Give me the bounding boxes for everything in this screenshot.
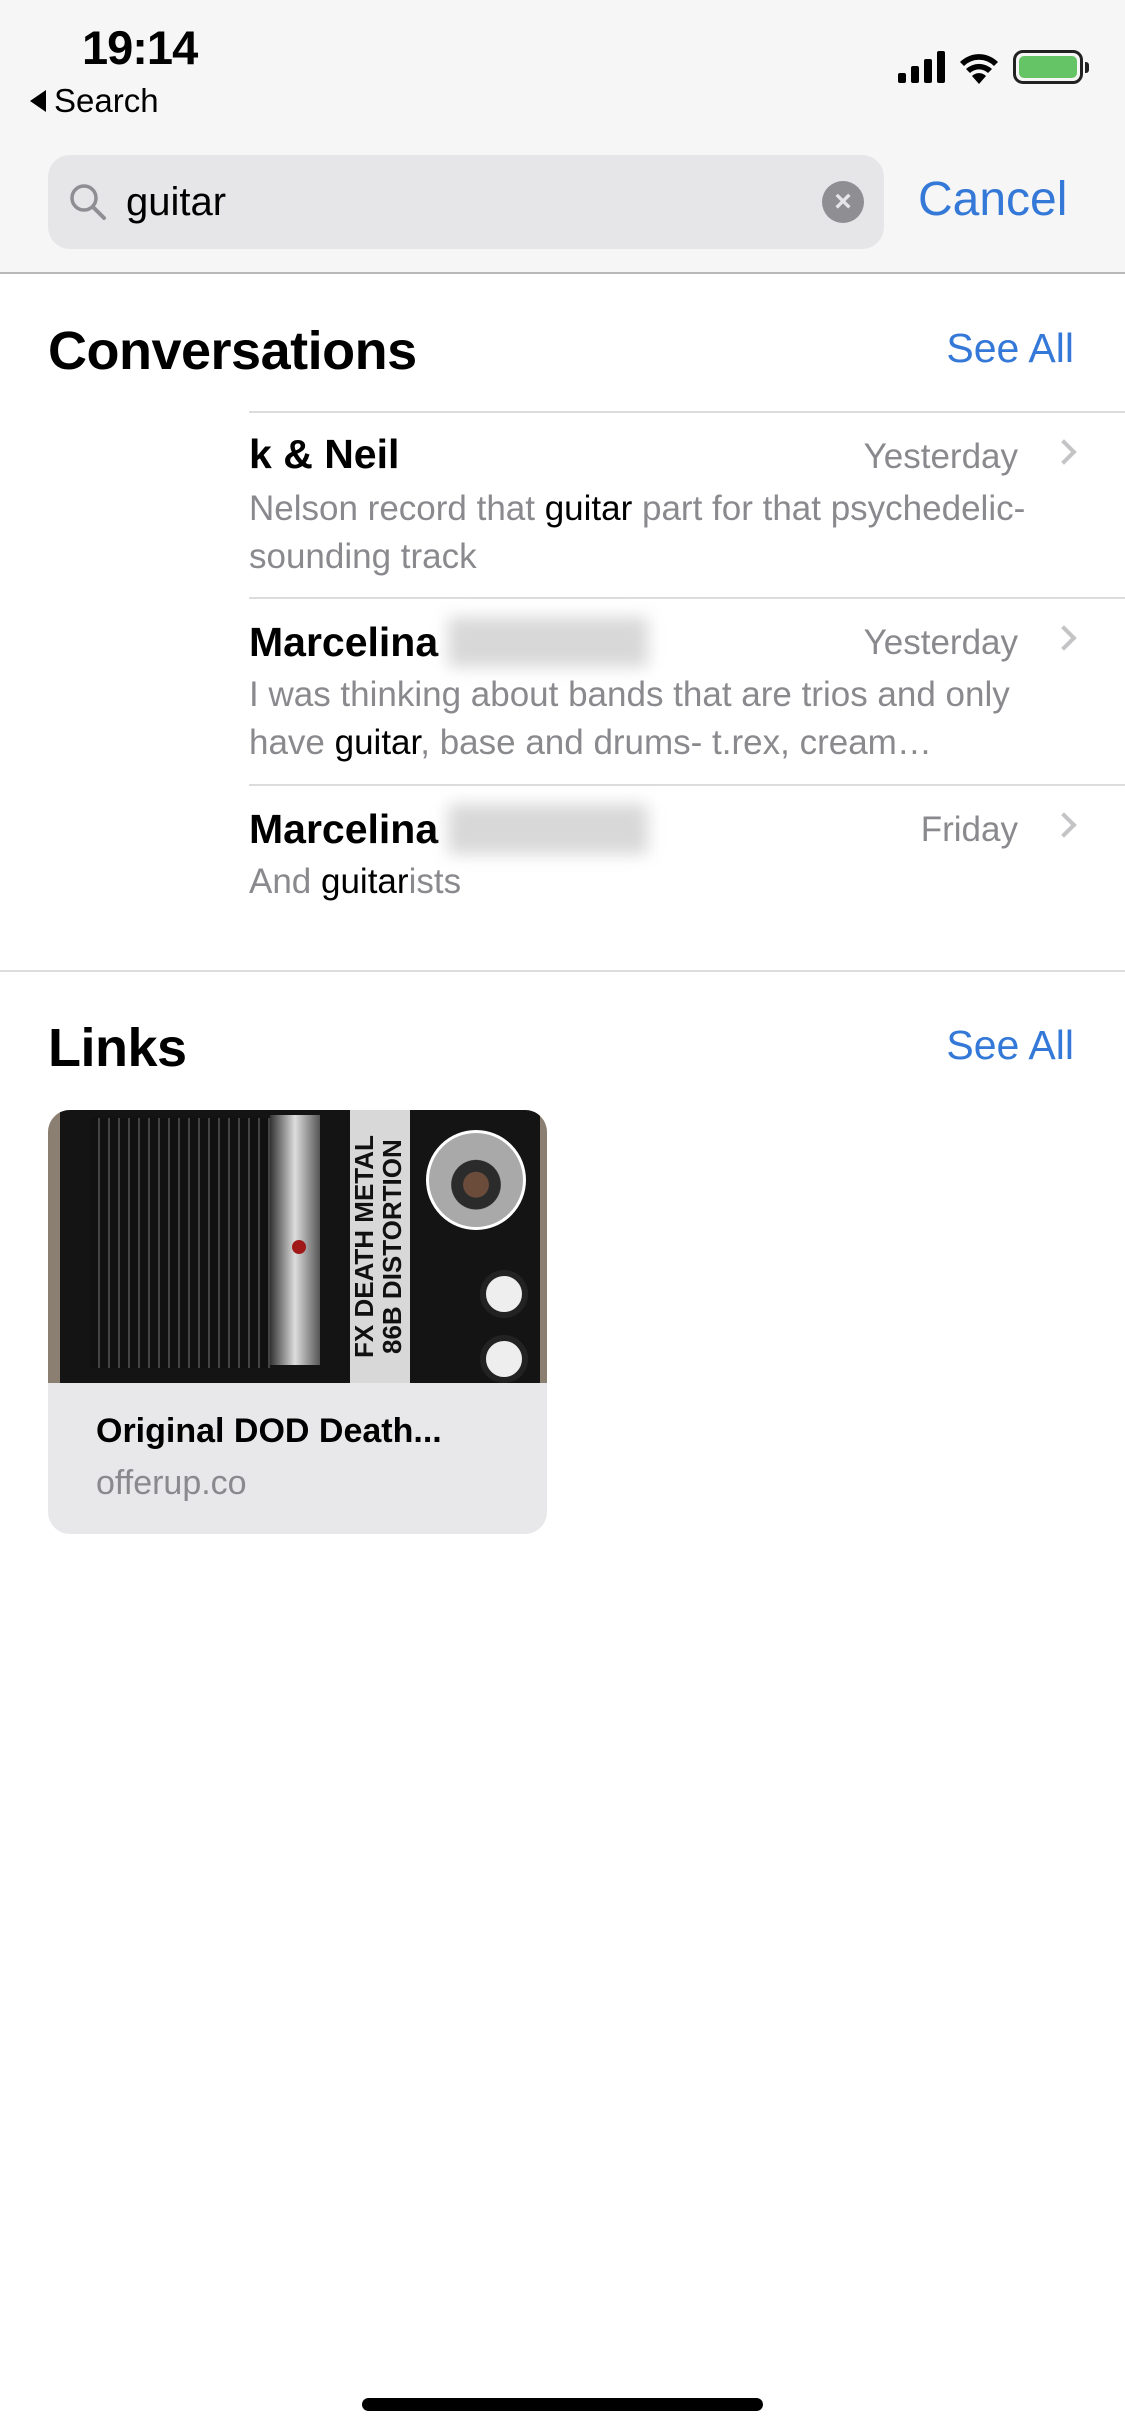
redacted-surname <box>448 804 649 854</box>
section-divider <box>0 970 1125 972</box>
search-field[interactable]: × <box>48 155 884 249</box>
conversation-row[interactable]: Marcelina Yesterday I was thinking about… <box>249 597 1125 784</box>
message-preview: Nelson record that guitar part for that … <box>249 485 1079 581</box>
contact-name: Marcelina <box>249 804 649 854</box>
preview-text: And <box>249 862 321 901</box>
chevron-right-icon <box>1051 812 1077 838</box>
clear-search-button[interactable]: × <box>822 181 864 223</box>
chevron-right-icon <box>1051 625 1077 651</box>
highlighted-match: guitar <box>321 862 409 901</box>
sender-avatar <box>426 1130 526 1230</box>
conversations-see-all-link[interactable]: See All <box>946 325 1074 372</box>
contact-name: k & Neil <box>249 431 400 477</box>
home-indicator[interactable] <box>362 2398 763 2411</box>
message-preview: I was thinking about bands that are trio… <box>249 671 1079 767</box>
preview-text: Nelson record that <box>249 489 545 528</box>
highlighted-match: guitar <box>334 723 421 762</box>
link-domain: offerup.co <box>96 1464 247 1502</box>
links-heading: Links <box>48 1018 187 1078</box>
links-see-all-link[interactable]: See All <box>946 1022 1074 1069</box>
header: 19:14 Search × Cancel <box>0 0 1125 274</box>
cellular-signal-icon <box>898 51 945 83</box>
led <box>292 1240 306 1254</box>
conversation-row[interactable]: k & Neil Yesterday Nelson record that gu… <box>249 411 1125 597</box>
preview-text: , base and drums- t.rex, cream… <box>420 723 932 762</box>
link-thumbnail-image: FX DEATH METAL 86B DISTORTION <box>48 1110 547 1383</box>
preview-text: ists <box>408 862 462 901</box>
back-label: Search <box>54 82 159 119</box>
chevron-right-icon <box>1051 439 1077 465</box>
status-icons <box>898 50 1089 84</box>
redacted-surname <box>448 617 649 667</box>
link-title: Original DOD Death... <box>96 1412 442 1450</box>
pedal-label: FX DEATH METAL 86B DISTORTION <box>349 1110 410 1383</box>
cancel-button[interactable]: Cancel <box>918 172 1067 227</box>
search-input[interactable] <box>126 179 822 225</box>
conversation-time: Friday <box>920 810 1018 849</box>
contact-name: Marcelina <box>249 617 649 667</box>
battery-icon <box>1013 50 1089 84</box>
conversation-time: Yesterday <box>863 623 1018 662</box>
conversation-time: Yesterday <box>863 437 1018 476</box>
back-to-search-button[interactable]: Search <box>30 82 159 120</box>
highlighted-match: guitar <box>544 489 633 528</box>
conversations-heading: Conversations <box>48 321 417 381</box>
back-arrow-icon <box>30 90 46 112</box>
message-preview: And guitarists <box>249 858 1079 906</box>
conversation-row[interactable]: Marcelina Friday And guitarists <box>249 784 1125 970</box>
wifi-icon <box>960 54 998 84</box>
status-time: 19:14 <box>82 21 198 74</box>
link-card[interactable]: FX DEATH METAL 86B DISTORTION Original D… <box>48 1110 547 1534</box>
search-icon <box>70 184 106 220</box>
